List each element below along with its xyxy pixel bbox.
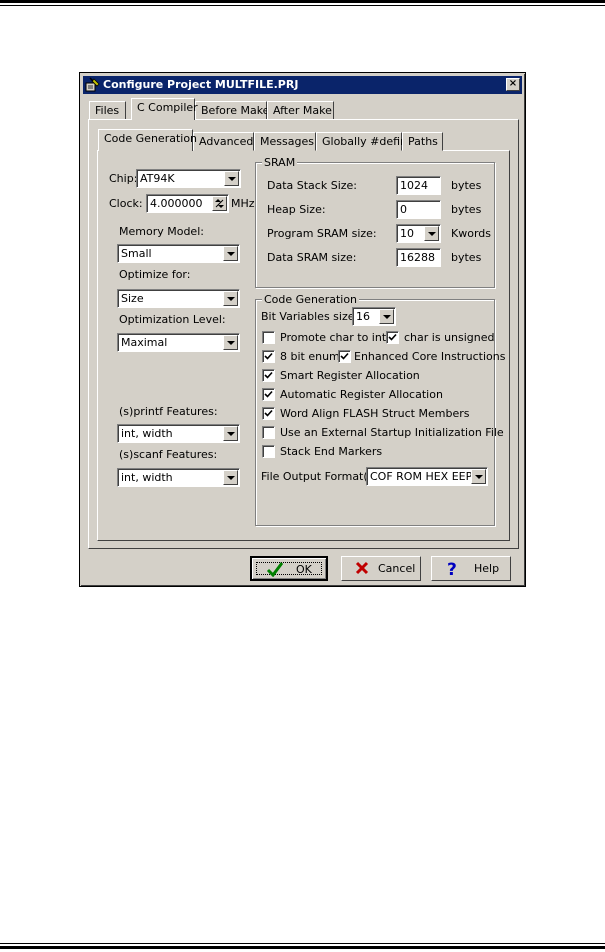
scanf-features-select[interactable]: int, width	[117, 468, 240, 487]
cancel-x-icon	[355, 561, 369, 575]
data-sram-size-label: Data SRAM size:	[267, 251, 357, 264]
checkmark-icon	[266, 562, 284, 577]
spin-arrows-icon[interactable]	[212, 196, 227, 211]
program-sram-size-select[interactable]: 10	[396, 224, 441, 243]
chevron-down-icon[interactable]	[223, 246, 238, 261]
chevron-down-icon[interactable]	[471, 469, 486, 484]
optimization-level-label: Optimization Level:	[119, 313, 226, 326]
promote-char-checkbox[interactable]	[262, 331, 275, 344]
data-stack-unit: bytes	[451, 179, 482, 192]
page-top-rule	[0, 0, 605, 3]
word-align-checkbox[interactable]	[262, 407, 275, 420]
eight-bit-enums-label: 8 bit enums	[280, 350, 346, 363]
dialog-titlebar[interactable]: Configure Project MULTFILE.PRJ ×	[83, 76, 522, 94]
help-button[interactable]: ? Help	[431, 556, 511, 581]
tab-files[interactable]: Files	[89, 101, 126, 120]
memory-model-label: Memory Model:	[119, 225, 204, 238]
data-stack-size-input[interactable]: 1024	[396, 176, 441, 195]
data-sram-unit: bytes	[451, 251, 482, 264]
close-button[interactable]: ×	[506, 78, 520, 91]
promote-char-label: Promote char to int	[280, 331, 387, 344]
clock-label: Clock:	[109, 197, 143, 210]
heap-size-label: Heap Size:	[267, 203, 326, 216]
char-unsigned-label: char is unsigned	[404, 331, 495, 344]
chevron-down-icon[interactable]	[223, 335, 238, 350]
tab-globally-define[interactable]: Globally #define	[316, 132, 414, 151]
tab-after-make[interactable]: After Make	[267, 101, 334, 120]
page-top-rule-thin	[0, 5, 605, 6]
chevron-down-icon[interactable]	[379, 309, 394, 324]
program-sram-size-label: Program SRAM size:	[267, 227, 377, 240]
cancel-button[interactable]: Cancel	[341, 556, 421, 581]
check-icon	[340, 352, 349, 360]
page-bottom-rule	[0, 946, 605, 949]
chip-label: Chip:	[109, 172, 138, 185]
data-stack-size-label: Data Stack Size:	[267, 179, 357, 192]
optimization-level-select[interactable]: Maximal	[117, 333, 240, 352]
automatic-register-label: Automatic Register Allocation	[280, 388, 443, 401]
heap-size-input[interactable]: 0	[396, 200, 441, 219]
clock-unit: MHz	[231, 197, 255, 210]
check-icon	[264, 352, 273, 360]
scanf-features-label: (s)scanf Features:	[119, 448, 218, 461]
enhanced-core-label: Enhanced Core Instructions	[354, 350, 506, 363]
close-icon: ×	[508, 78, 518, 89]
page-bottom-rule-thin	[0, 943, 605, 944]
chevron-down-icon[interactable]	[223, 426, 238, 441]
chip-select[interactable]: AT94K	[136, 169, 241, 188]
data-sram-size-input[interactable]: 16288	[396, 248, 441, 267]
bit-variables-size-label: Bit Variables size:	[261, 310, 359, 323]
eight-bit-enums-checkbox[interactable]	[262, 350, 275, 363]
check-icon	[264, 390, 273, 398]
code-generation-group-title: Code Generation	[262, 293, 360, 306]
smart-register-label: Smart Register Allocation	[280, 369, 420, 382]
chevron-down-icon[interactable]	[223, 291, 238, 306]
tab-code-generation[interactable]: Code Generation	[98, 129, 197, 151]
printf-features-select[interactable]: int, width	[117, 424, 240, 443]
ok-button[interactable]: OK	[250, 556, 328, 581]
tab-advanced[interactable]: Advanced	[193, 132, 254, 151]
tab-c-compiler[interactable]: C Compiler	[131, 98, 198, 120]
svg-text:?: ?	[447, 560, 457, 578]
automatic-register-checkbox[interactable]	[262, 388, 275, 401]
chevron-down-icon[interactable]	[424, 226, 439, 241]
code-generation-panel: Chip: AT94K Clock: 4.000000 MHz Memory M…	[97, 150, 510, 541]
stack-end-markers-label: Stack End Markers	[280, 445, 383, 458]
file-output-format-label: File Output Format(s):	[261, 470, 382, 483]
configure-project-dialog: Configure Project MULTFILE.PRJ × Files C…	[79, 72, 526, 587]
tab-paths[interactable]: Paths	[402, 132, 443, 151]
check-icon	[264, 409, 273, 417]
code-generation-group: Code Generation Bit Variables size: 16 P…	[255, 293, 505, 526]
check-icon	[264, 371, 273, 379]
optimize-for-select[interactable]: Size	[117, 289, 240, 308]
smart-register-checkbox[interactable]	[262, 369, 275, 382]
memory-model-select[interactable]: Small	[117, 244, 240, 263]
file-output-format-select[interactable]: COF ROM HEX EEP	[366, 467, 488, 486]
tab-messages[interactable]: Messages	[254, 132, 316, 151]
clock-input[interactable]: 4.000000	[146, 194, 229, 213]
dialog-title: Configure Project MULTFILE.PRJ	[103, 78, 299, 91]
printf-features-label: (s)printf Features:	[119, 405, 218, 418]
external-startup-checkbox[interactable]	[262, 426, 275, 439]
stack-end-markers-checkbox[interactable]	[262, 445, 275, 458]
heap-size-unit: bytes	[451, 203, 482, 216]
bit-variables-size-select[interactable]: 16	[352, 307, 396, 326]
program-sram-unit: Kwords	[451, 227, 491, 240]
char-unsigned-checkbox[interactable]	[386, 331, 399, 344]
check-icon	[388, 333, 397, 341]
sram-group-title: SRAM	[262, 156, 298, 169]
word-align-label: Word Align FLASH Struct Members	[280, 407, 470, 420]
help-question-icon: ?	[447, 560, 457, 578]
enhanced-core-checkbox[interactable]	[338, 350, 351, 363]
chevron-down-icon[interactable]	[224, 171, 239, 186]
sram-group: SRAM Data Stack Size: 1024 bytes Heap Si…	[255, 156, 495, 288]
external-startup-label: Use an External Startup Initialization F…	[280, 426, 504, 439]
tab-before-make[interactable]: Before Make	[195, 101, 269, 120]
optimize-for-label: Optimize for:	[119, 268, 191, 281]
chevron-down-icon[interactable]	[223, 470, 238, 485]
app-icon	[85, 77, 100, 92]
